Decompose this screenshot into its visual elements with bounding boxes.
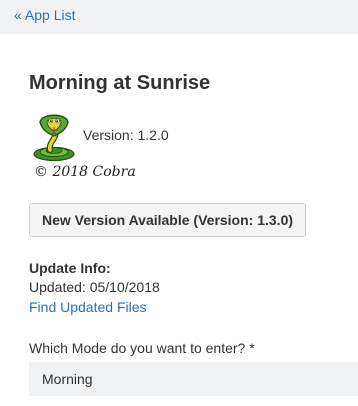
copyright-text: © 2018 Cobra — [34, 164, 136, 180]
updated-label: Updated: — [29, 279, 86, 295]
app-list-back-link[interactable]: « App List — [14, 7, 76, 23]
mode-select[interactable]: Morning — [29, 362, 358, 396]
updated-date: 05/10/2018 — [89, 279, 160, 295]
top-bar: « App List — [0, 0, 358, 34]
mode-select-value: Morning — [42, 371, 93, 387]
update-info-heading: Update Info: — [29, 260, 111, 276]
mode-question-label: Which Mode do you want to enter? * — [29, 340, 255, 356]
app-title: Morning at Sunrise — [29, 72, 211, 94]
cobra-snake-icon — [33, 114, 75, 162]
updated-date-line: Updated: 05/10/2018 — [29, 279, 160, 295]
new-version-button[interactable]: New Version Available (Version: 1.3.0) — [29, 203, 306, 237]
find-updated-files-link[interactable]: Find Updated Files — [29, 299, 147, 315]
version-text: Version: 1.2.0 — [83, 127, 169, 143]
